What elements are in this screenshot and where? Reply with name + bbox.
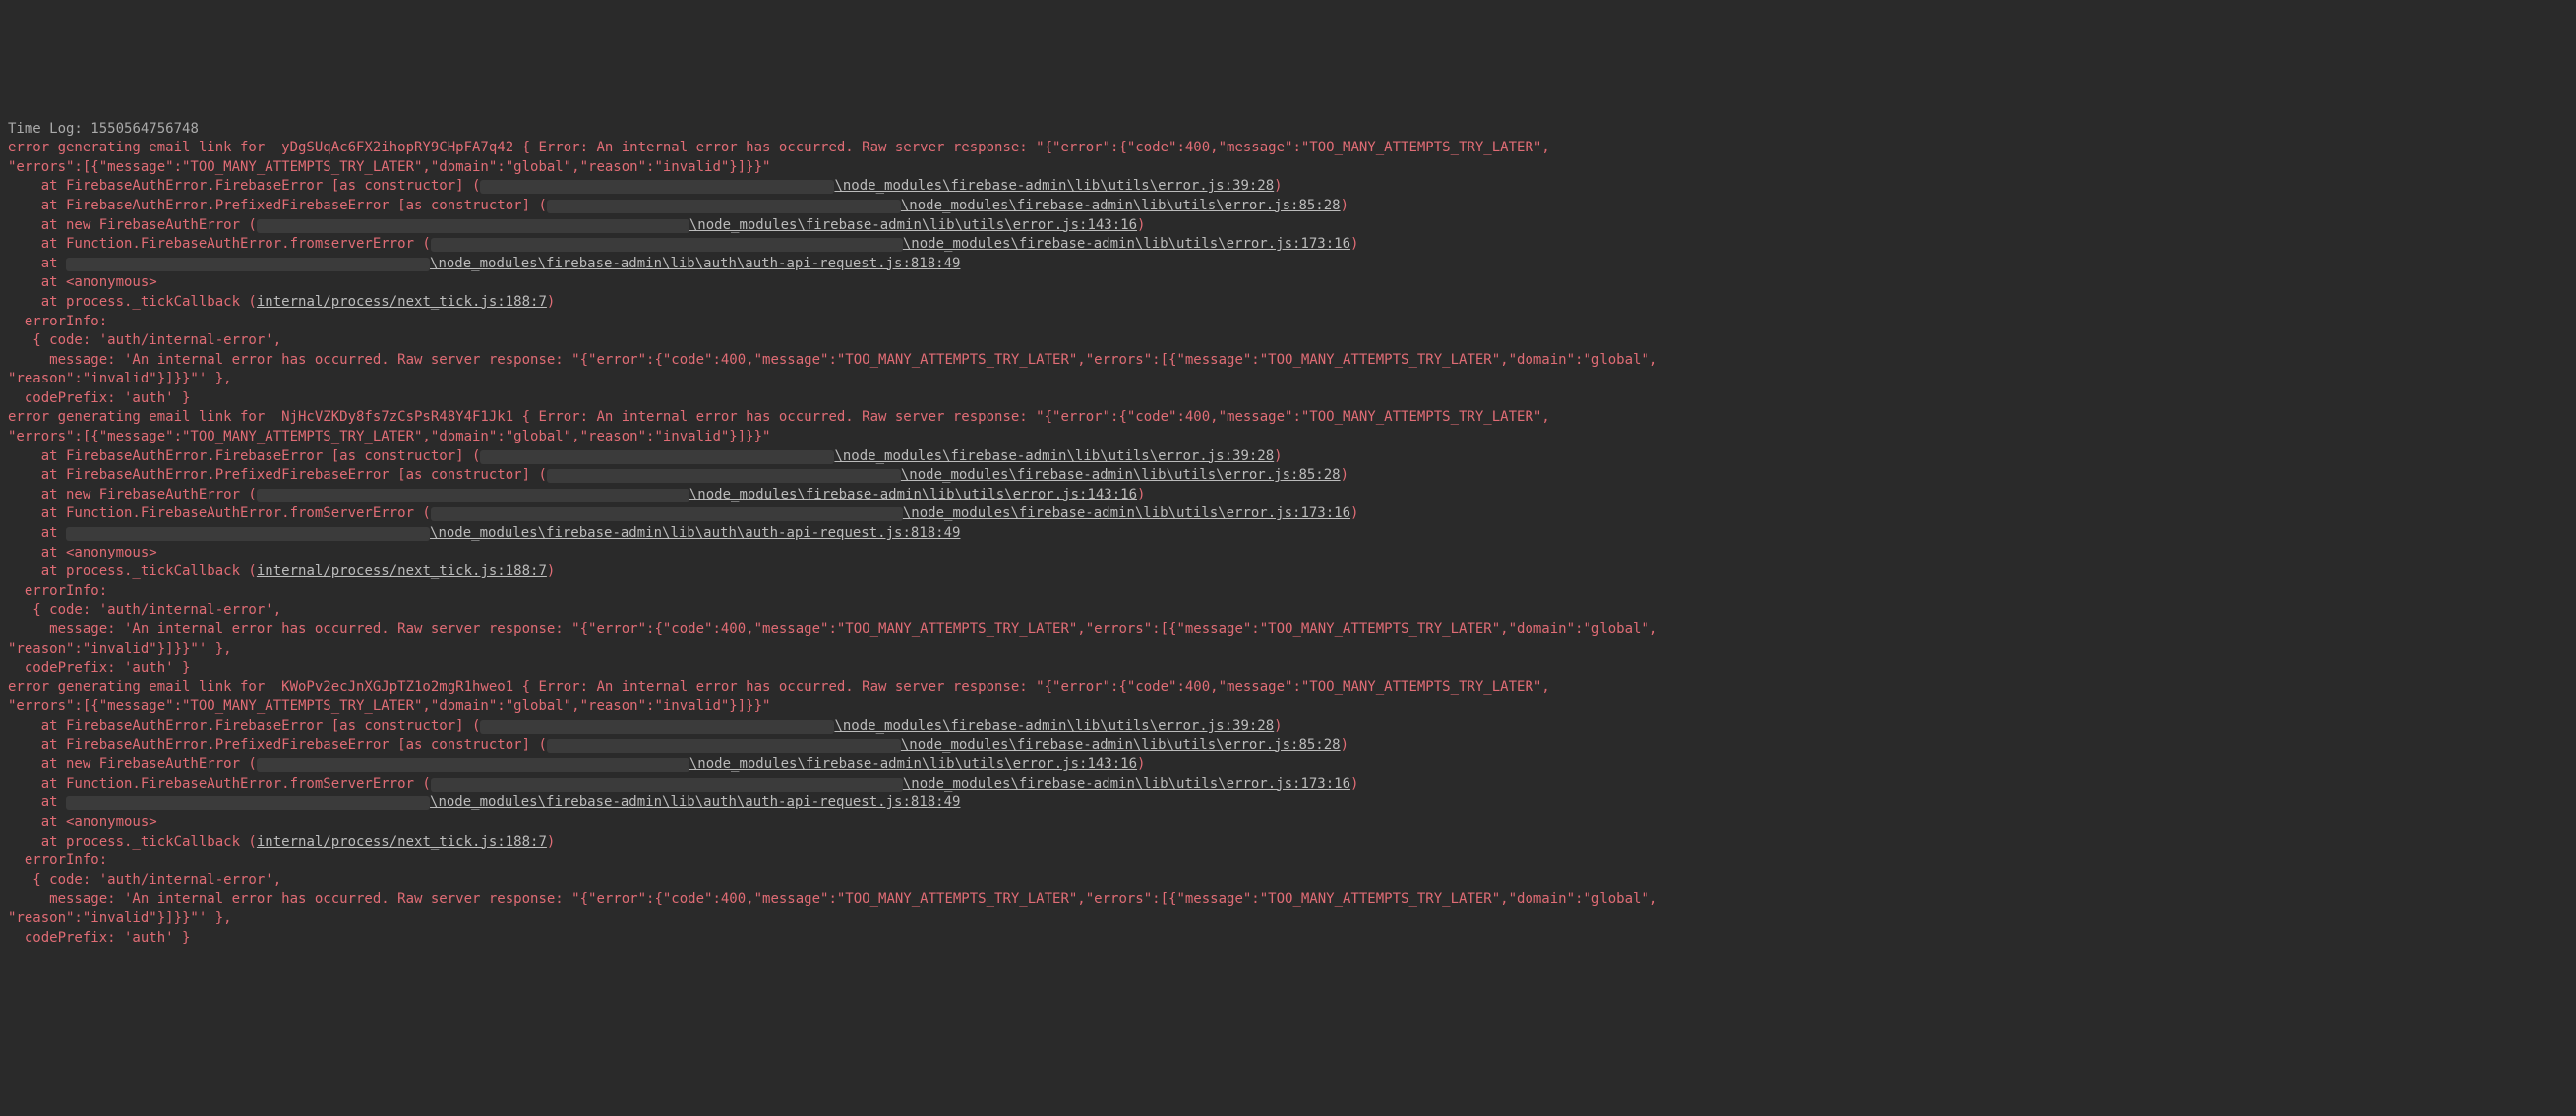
file-link[interactable]: internal/process/next_tick.js:188:7 [257,294,547,310]
timelog-label: Time Log: [8,121,83,137]
redacted-path [66,527,430,541]
file-link[interactable]: \node_modules\firebase-admin\lib\auth\au… [430,794,960,810]
stack-frame-3: at new FirebaseAuthError (\node_modules\… [8,217,1145,233]
stack-frame-7: at process._tickCallback (internal/proce… [8,834,555,850]
error-info-3: message: 'An internal error has occurred… [8,352,1657,368]
error-info-3: message: 'An internal error has occurred… [8,891,1657,907]
redacted-path [431,778,903,792]
stack-frame-4: at Function.FirebaseAuthError.fromserver… [8,236,1358,252]
stack-frame-2: at FirebaseAuthError.PrefixedFirebaseErr… [8,467,1348,483]
stack-frame-5: at \node_modules\firebase-admin\lib\auth… [8,794,960,810]
stack-frame-1: at FirebaseAuthError.FirebaseError [as c… [8,718,1283,734]
redacted-path [257,758,689,772]
console-log: Time Log: 1550564756748 error generating… [0,96,2576,987]
stack-frame-1: at FirebaseAuthError.FirebaseError [as c… [8,448,1283,464]
error-info-3: message: 'An internal error has occurred… [8,621,1657,637]
file-link[interactable]: \node_modules\firebase-admin\lib\utils\e… [834,178,1274,194]
file-link[interactable]: \node_modules\firebase-admin\lib\auth\au… [430,256,960,271]
stack-frame-3: at new FirebaseAuthError (\node_modules\… [8,487,1145,502]
redacted-path [431,507,903,521]
stack-frame-7: at process._tickCallback (internal/proce… [8,294,555,310]
error-info-4: "reason":"invalid"}]}}"' }, [8,910,232,926]
error-info-5: codePrefix: 'auth' } [8,660,190,675]
error-info-4: "reason":"invalid"}]}}"' }, [8,641,232,657]
error-info-2: { code: 'auth/internal-error', [8,332,281,348]
file-link[interactable]: \node_modules\firebase-admin\lib\utils\e… [689,217,1137,233]
file-link[interactable]: \node_modules\firebase-admin\lib\utils\e… [903,236,1350,252]
error-header-line-2: "errors":[{"message":"TOO_MANY_ATTEMPTS_… [8,429,770,444]
error-info-1: errorInfo: [8,852,107,868]
redacted-path [257,219,689,233]
stack-frame-2: at FirebaseAuthError.PrefixedFirebaseErr… [8,198,1348,213]
stack-frame-4: at Function.FirebaseAuthError.fromServer… [8,505,1358,521]
timelog-line: Time Log: 1550564756748 [8,121,199,137]
stack-frame-1: at FirebaseAuthError.FirebaseError [as c… [8,178,1283,194]
stack-frame-2: at FirebaseAuthError.PrefixedFirebaseErr… [8,737,1348,753]
stack-frame-7: at process._tickCallback (internal/proce… [8,563,555,579]
error-info-5: codePrefix: 'auth' } [8,390,190,406]
redacted-path [66,796,430,810]
redacted-path [547,739,901,753]
file-link[interactable]: internal/process/next_tick.js:188:7 [257,563,547,579]
error-info-2: { code: 'auth/internal-error', [8,602,281,617]
error-info-1: errorInfo: [8,583,107,599]
file-link[interactable]: \node_modules\firebase-admin\lib\utils\e… [834,718,1274,734]
redacted-path [547,469,901,483]
redacted-path [66,258,430,271]
file-link[interactable]: \node_modules\firebase-admin\lib\utils\e… [834,448,1274,464]
file-link[interactable]: \node_modules\firebase-admin\lib\utils\e… [689,756,1137,772]
stack-frame-5: at \node_modules\firebase-admin\lib\auth… [8,525,960,541]
stack-frame-5: at \node_modules\firebase-admin\lib\auth… [8,256,960,271]
error-header-line-1: error generating email link for NjHcVZKD… [8,409,1550,425]
file-link[interactable]: \node_modules\firebase-admin\lib\utils\e… [901,737,1341,753]
redacted-path [257,489,689,502]
error-info-4: "reason":"invalid"}]}}"' }, [8,371,232,386]
error-info-5: codePrefix: 'auth' } [8,930,190,946]
redacted-path [547,200,901,213]
file-link[interactable]: \node_modules\firebase-admin\lib\utils\e… [689,487,1137,502]
redacted-path [480,720,834,734]
redacted-path [480,180,834,194]
file-link[interactable]: \node_modules\firebase-admin\lib\utils\e… [901,467,1341,483]
error-info-1: errorInfo: [8,314,107,329]
error-header-line-1: error generating email link for KWoPv2ec… [8,679,1550,695]
redacted-path [480,450,834,464]
error-info-2: { code: 'auth/internal-error', [8,872,281,888]
stack-frame-6: at <anonymous> [8,814,157,830]
stack-frame-4: at Function.FirebaseAuthError.fromServer… [8,776,1358,792]
stack-frame-6: at <anonymous> [8,545,157,560]
stack-frame-3: at new FirebaseAuthError (\node_modules\… [8,756,1145,772]
error-header-line-2: "errors":[{"message":"TOO_MANY_ATTEMPTS_… [8,159,770,175]
file-link[interactable]: \node_modules\firebase-admin\lib\utils\e… [903,505,1350,521]
error-blocks: error generating email link for yDgSUqAc… [8,139,2568,948]
timelog-value: 1550564756748 [90,121,199,137]
file-link[interactable]: \node_modules\firebase-admin\lib\auth\au… [430,525,960,541]
redacted-path [431,238,903,252]
file-link[interactable]: \node_modules\firebase-admin\lib\utils\e… [901,198,1341,213]
file-link[interactable]: \node_modules\firebase-admin\lib\utils\e… [903,776,1350,792]
file-link[interactable]: internal/process/next_tick.js:188:7 [257,834,547,850]
stack-frame-6: at <anonymous> [8,274,157,290]
error-header-line-2: "errors":[{"message":"TOO_MANY_ATTEMPTS_… [8,698,770,714]
error-header-line-1: error generating email link for yDgSUqAc… [8,140,1550,155]
